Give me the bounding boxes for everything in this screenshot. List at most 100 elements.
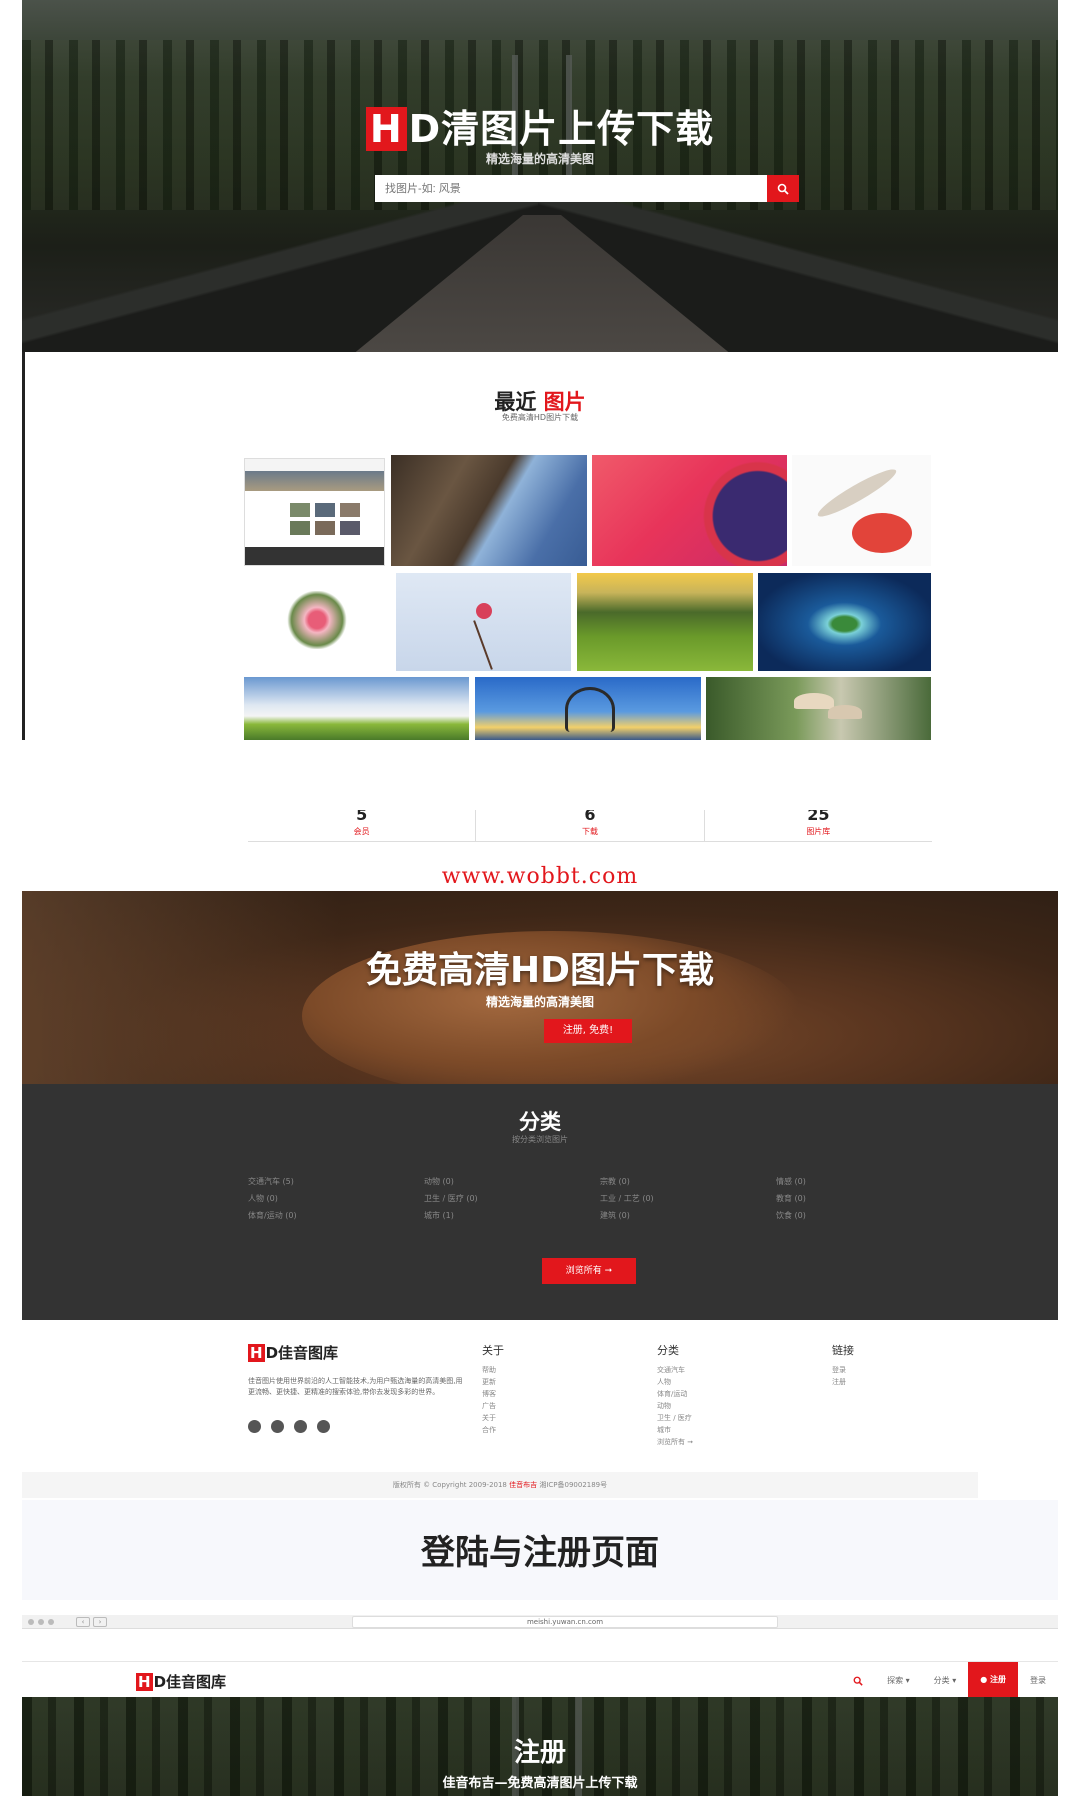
footer-logo-h: H (248, 1344, 265, 1362)
register-subtitle: 佳音布吉—免费高清图片上传下载 (442, 1776, 638, 1791)
footer-col-about: 关于 帮助 更新 博客 广告 关于 合作 (482, 1342, 504, 1436)
thumb-mushrooms[interactable] (706, 677, 931, 740)
search-icon (853, 1676, 863, 1686)
category-link[interactable]: 建筑 (0) (600, 1210, 776, 1221)
stat-value: 6 (584, 810, 596, 820)
close-window-icon[interactable] (28, 1619, 34, 1625)
hero-title-h: H (365, 107, 407, 151)
window-controls (28, 1619, 54, 1625)
stat-library: 25 图片库 (705, 810, 932, 841)
thumb-clouds-hills[interactable] (244, 677, 469, 740)
register-free-button[interactable]: 注册, 免费! (544, 1019, 632, 1043)
banner-title: 免费高清HD图片下载 (365, 950, 714, 991)
minimize-window-icon[interactable] (38, 1619, 44, 1625)
nav-search-button[interactable] (841, 1671, 875, 1690)
forward-icon[interactable]: › (93, 1617, 107, 1627)
hero-title-text: D清图片上传下载 (408, 107, 715, 151)
hero-search (375, 175, 799, 202)
thumb-tree-bark[interactable] (391, 455, 587, 566)
nav-browse-dropdown[interactable]: 探索 ▾ (875, 1675, 922, 1686)
thumb-green-field[interactable] (577, 573, 753, 671)
thumb-dragonfly[interactable] (792, 455, 931, 566)
footer-link[interactable]: 帮助 (482, 1364, 504, 1376)
footer-link[interactable]: 更新 (482, 1376, 504, 1388)
categories-subtitle: 按分类浏览图片 (512, 1135, 568, 1144)
copyright-text: 版权所有 © Copyright 2009-2018 (392, 1481, 510, 1489)
nav-logo[interactable]: H D佳音图库 (136, 1671, 226, 1692)
hero-subtitle: 精选海量的高清美图 (485, 152, 594, 166)
promo-banner-content: 免费高清HD图片下载 精选海量的高清美图 注册, 免费! (22, 891, 1058, 1084)
footer-link[interactable]: 登录 (832, 1364, 854, 1376)
category-link[interactable]: 城市 (1) (424, 1210, 600, 1221)
category-link[interactable]: 人物 (0) (248, 1193, 424, 1204)
thumb-bare-tree[interactable] (475, 677, 701, 740)
footer-col-category: 分类 交通汽车 人物 体育/运动 动物 卫生 / 医疗 城市 浏览所有 ➞ (657, 1342, 693, 1448)
stat-label: 下载 (581, 827, 598, 836)
footer-description: 佳音图片使用世界前沿的人工智能技术,为用户甄选海量的高清美图,用更流畅、更快捷、… (248, 1377, 463, 1396)
thumb-ferris-wheel[interactable] (592, 455, 787, 566)
footer-link[interactable]: 体育/运动 (657, 1388, 693, 1400)
footer-logo-text: D佳音图库 (265, 1344, 339, 1362)
category-link[interactable]: 体育/运动 (0) (248, 1210, 424, 1221)
stats-bar: 5 会员 6 下载 25 图片库 (248, 810, 932, 842)
browse-all-button[interactable]: 浏览所有 ➞ (542, 1258, 636, 1284)
footer-link[interactable]: 浏览所有 ➞ (657, 1436, 693, 1448)
thumb-blossom-branch[interactable] (396, 573, 571, 671)
hero-title: H D清图片上传下载 (0, 98, 1080, 153)
stat-value: 25 (807, 810, 830, 820)
thumb-rose-heart[interactable] (244, 573, 391, 671)
footer-col-heading: 链接 (832, 1344, 854, 1357)
footer-link[interactable]: 城市 (657, 1424, 693, 1436)
footer-link[interactable]: 关于 (482, 1412, 504, 1424)
footer-logo[interactable]: H D佳音图库 (248, 1342, 338, 1363)
category-link[interactable]: 教育 (0) (776, 1193, 846, 1204)
footer-link[interactable]: 注册 (832, 1376, 854, 1388)
search-button[interactable] (767, 175, 799, 202)
recent-title-red: 图片 (543, 390, 586, 414)
copyright-bar: 版权所有 © Copyright 2009-2018 佳音布吉 湘ICP备090… (22, 1472, 978, 1498)
footer-col-heading: 分类 (657, 1344, 679, 1357)
recent-subtitle: 免费高清HD图片下载 (501, 413, 579, 422)
category-link[interactable]: 交通汽车 (5) (248, 1176, 424, 1187)
category-link[interactable]: 情感 (0) (776, 1176, 846, 1187)
search-input[interactable] (375, 175, 767, 202)
thumb-website-screenshot[interactable] (244, 458, 385, 566)
watermark-text: www.wobbt.com (441, 864, 639, 889)
stat-downloads: 6 下载 (476, 810, 705, 841)
footer-link[interactable]: 动物 (657, 1400, 693, 1412)
category-link[interactable]: 动物 (0) (424, 1176, 600, 1187)
footer-link[interactable]: 人物 (657, 1376, 693, 1388)
category-link[interactable]: 宗教 (0) (600, 1176, 776, 1187)
wechat-icon[interactable] (294, 1420, 307, 1433)
qq-icon[interactable] (317, 1420, 330, 1433)
address-bar[interactable]: meishi.yuwan.cn.com (352, 1616, 778, 1628)
top-navbar: H D佳音图库 探索 ▾ 分类 ▾ ● 注册 登录 (22, 1661, 1058, 1698)
nav-register-button[interactable]: ● 注册 (968, 1662, 1018, 1698)
stat-label: 会员 (353, 827, 370, 836)
footer-link[interactable]: 合作 (482, 1424, 504, 1436)
category-link[interactable]: 工业 / 工艺 (0) (600, 1193, 776, 1204)
footer-link[interactable]: 广告 (482, 1400, 504, 1412)
nav-category-dropdown[interactable]: 分类 ▾ (922, 1675, 969, 1686)
stat-members: 5 会员 (248, 810, 477, 841)
weibo-icon[interactable] (271, 1420, 284, 1433)
copyright-icp: 湘ICP备09002189号 (537, 1481, 608, 1489)
banner-subtitle: 精选海量的高清美图 (485, 995, 594, 1009)
stat-label: 图片库 (806, 827, 831, 836)
maximize-window-icon[interactable] (48, 1619, 54, 1625)
footer-col-links: 链接 登录 注册 (832, 1342, 854, 1388)
footer-link[interactable]: 卫生 / 医疗 (657, 1412, 693, 1424)
nav-login-link[interactable]: 登录 (1018, 1675, 1058, 1686)
categories-section: 分类 按分类浏览图片 交通汽车 (5) 动物 (0) 宗教 (0) 情感 (0)… (22, 1084, 1058, 1320)
browser-toolbar: ‹ › meishi.yuwan.cn.com (22, 1615, 1058, 1629)
user-icon[interactable] (248, 1420, 261, 1433)
thumb-island[interactable] (758, 573, 931, 671)
copyright-company-link[interactable]: 佳音布吉 (509, 1481, 537, 1489)
recent-title-black: 最近 (494, 390, 537, 414)
footer-link[interactable]: 交通汽车 (657, 1364, 693, 1376)
footer-link[interactable]: 博客 (482, 1388, 504, 1400)
back-icon[interactable]: ‹ (76, 1617, 90, 1627)
user-icon: ● (980, 1675, 988, 1684)
category-link[interactable]: 卫生 / 医疗 (0) (424, 1193, 600, 1204)
category-link[interactable]: 饮食 (0) (776, 1210, 846, 1221)
